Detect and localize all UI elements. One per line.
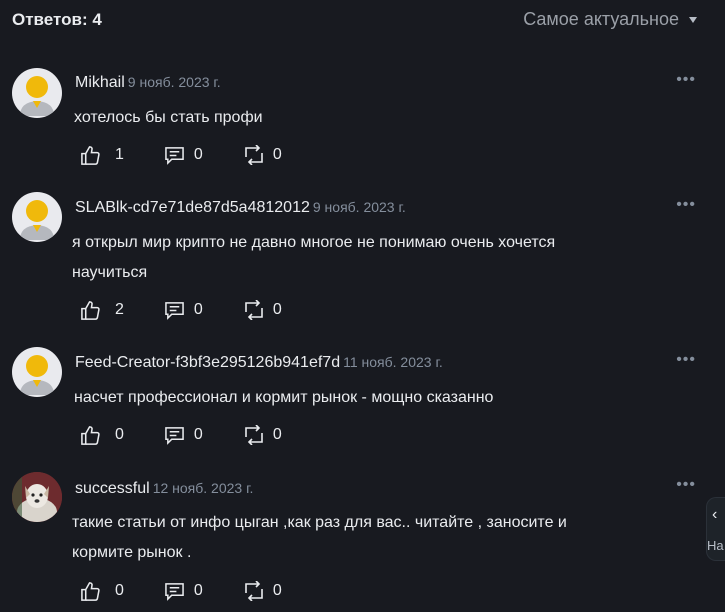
repost-count: 0 [272,582,282,599]
avatar[interactable] [12,192,62,242]
side-widget-button[interactable]: ‹ На [706,497,725,561]
comment-actions: 1 0 0 [80,144,322,166]
author-line: Mikhail 9 нояб. 2023 г. [75,74,221,92]
avatar[interactable] [12,68,62,118]
comment-text: такие статьи от инфо цыган ,как раз для … [72,514,567,561]
reply-count: 0 [193,582,203,599]
comment-date: 11 нояб. 2023 г. [343,354,443,370]
thumbs-up-icon [81,145,100,165]
caret-down-icon [689,16,697,23]
comment-date: 12 нояб. 2023 г. [152,480,254,496]
replies-header: Ответов: 4 Самое актуальное [12,8,725,32]
repost-count: 0 [272,146,282,163]
author-line: SLABlk-cd7e71de87d5a4812012 9 нояб. 2023 … [75,199,406,217]
comment-text: насчет профессионал и кормит рынок - мощ… [74,389,494,406]
avatar[interactable] [12,347,62,397]
reply-count: 0 [193,426,203,443]
comment-date: 9 нояб. 2023 г. [312,199,406,215]
comment-icon [165,301,184,320]
comment-icon [165,146,184,165]
comment-actions: 2 0 0 [80,299,322,321]
like-button[interactable]: 2 [80,300,124,321]
author-name[interactable]: successful [75,480,150,497]
more-icon[interactable]: ••• [676,351,696,369]
replies-count: Ответов: 4 [12,10,102,29]
comment-actions: 0 0 0 [80,424,322,446]
like-button[interactable]: 1 [80,145,124,166]
repost-button[interactable]: 0 [243,425,282,445]
repost-count: 0 [272,301,282,318]
repost-button[interactable]: 0 [243,581,282,601]
like-count: 2 [115,301,124,318]
sort-label: Самое актуальное [523,9,679,29]
reply-button[interactable]: 0 [164,301,203,320]
author-line: successful 12 нояб. 2023 г. [75,480,253,498]
author-name[interactable]: Mikhail [75,74,125,91]
repost-icon [245,300,263,320]
reply-count: 0 [193,146,203,163]
repost-button[interactable]: 0 [243,145,282,165]
reply-button[interactable]: 0 [164,146,203,165]
thumbs-up-icon [81,581,100,601]
comment-actions: 0 0 0 [80,580,322,602]
repost-icon [245,581,263,601]
repost-icon [245,425,263,445]
avatar[interactable] [12,472,62,522]
repost-count: 0 [272,426,282,443]
comment-date: 9 нояб. 2023 г. [127,74,221,90]
more-icon[interactable]: ••• [676,71,696,89]
reply-button[interactable]: 0 [164,582,203,601]
repost-button[interactable]: 0 [243,300,282,320]
more-icon[interactable]: ••• [676,476,696,494]
comment-text: я открыл мир крипто не давно многое не п… [72,234,556,281]
sort-dropdown[interactable]: Самое актуальное [523,9,697,30]
side-widget-label: На [707,538,724,553]
like-count: 1 [115,146,124,163]
comment-icon [165,582,184,601]
chevron-icon: ‹ [712,506,718,523]
repost-icon [245,145,263,165]
thumbs-up-icon [81,425,100,445]
dog-photo-icon [12,472,62,522]
author-name[interactable]: SLABlk-cd7e71de87d5a4812012 [75,199,310,216]
comment-text: хотелось бы стать профи [74,109,263,126]
like-button[interactable]: 0 [80,581,124,602]
like-count: 0 [115,582,124,599]
thumbs-up-icon [81,300,100,320]
reply-count: 0 [193,301,203,318]
like-count: 0 [115,426,124,443]
author-name[interactable]: Feed-Creator-f3bf3e295126b941ef7d [75,354,340,371]
author-line: Feed-Creator-f3bf3e295126b941ef7d 11 нояб… [75,354,443,372]
comment-icon [165,426,184,445]
like-button[interactable]: 0 [80,425,124,446]
more-icon[interactable]: ••• [676,196,696,214]
reply-button[interactable]: 0 [164,426,203,445]
